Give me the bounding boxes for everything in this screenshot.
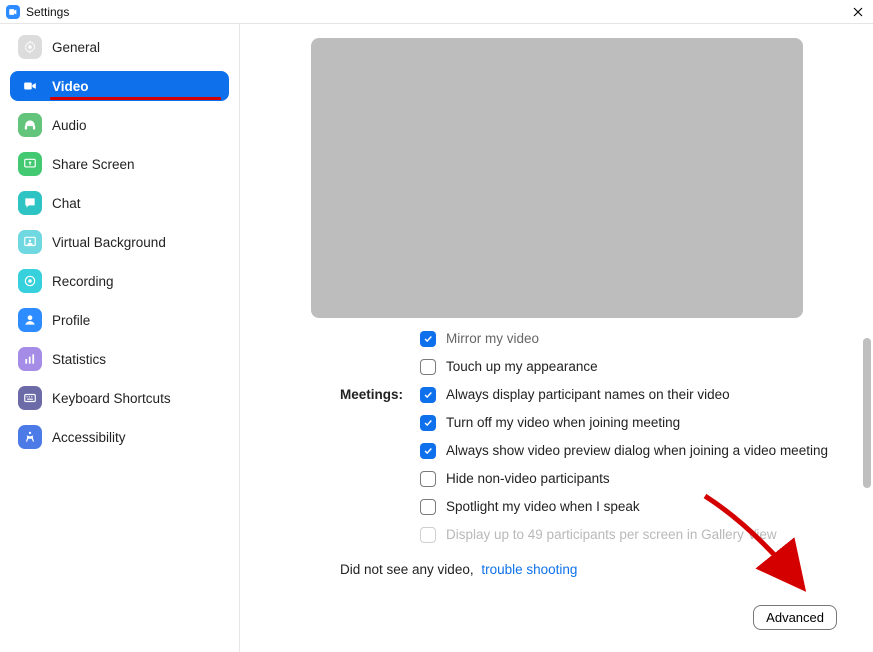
zoom-logo-icon	[6, 5, 20, 19]
sidebar-item-chat[interactable]: Chat	[10, 188, 229, 218]
checkbox-spotlight-when-speak[interactable]	[420, 499, 436, 515]
video-icon	[18, 74, 42, 98]
recording-icon	[18, 269, 42, 293]
option-label: Always display participant names on thei…	[446, 386, 730, 404]
sidebar-item-general[interactable]: General	[10, 32, 229, 62]
option-group-label-meetings: Meetings:	[340, 386, 420, 402]
settings-panel-video: Mirror my video Touch up my appearance M…	[240, 24, 873, 652]
sidebar-item-label: Recording	[52, 274, 114, 289]
sidebar-item-label: Video	[52, 79, 89, 94]
checkbox-mirror-my-video[interactable]	[420, 331, 436, 347]
video-preview	[311, 38, 803, 318]
sidebar: General Video Audio Share Screen	[0, 24, 240, 652]
sidebar-item-label: Virtual Background	[52, 235, 166, 250]
option-label: Turn off my video when joining meeting	[446, 414, 680, 432]
sidebar-item-label: Chat	[52, 196, 81, 211]
option-label: Hide non-video participants	[446, 470, 610, 488]
sidebar-item-label: Accessibility	[52, 430, 126, 445]
sidebar-item-label: Profile	[52, 313, 90, 328]
virtual-background-icon	[18, 230, 42, 254]
sidebar-item-label: Statistics	[52, 352, 106, 367]
trouble-shooting-link[interactable]: trouble shooting	[481, 562, 577, 577]
option-label: Always show video preview dialog when jo…	[446, 442, 828, 460]
checkbox-gallery-49	[420, 527, 436, 543]
profile-icon	[18, 308, 42, 332]
sidebar-item-label: Share Screen	[52, 157, 135, 172]
option-label: Spotlight my video when I speak	[446, 498, 640, 516]
sidebar-item-label: Keyboard Shortcuts	[52, 391, 171, 406]
sidebar-item-virtual-background[interactable]: Virtual Background	[10, 227, 229, 257]
checkbox-always-preview-on-join[interactable]	[420, 443, 436, 459]
sidebar-item-statistics[interactable]: Statistics	[10, 344, 229, 374]
option-label: Mirror my video	[446, 330, 539, 348]
sidebar-item-label: Audio	[52, 118, 87, 133]
option-label: Touch up my appearance	[446, 358, 598, 376]
option-label: Display up to 49 participants per screen…	[446, 526, 777, 544]
scrollbar[interactable]	[863, 338, 871, 488]
help-line: Did not see any video, trouble shooting	[240, 562, 873, 577]
title-bar: Settings	[0, 0, 873, 24]
sidebar-item-recording[interactable]: Recording	[10, 266, 229, 296]
sidebar-item-accessibility[interactable]: Accessibility	[10, 422, 229, 452]
help-text: Did not see any video,	[340, 562, 474, 577]
sidebar-item-profile[interactable]: Profile	[10, 305, 229, 335]
share-screen-icon	[18, 152, 42, 176]
sidebar-item-video[interactable]: Video	[10, 71, 229, 101]
headphones-icon	[18, 113, 42, 137]
checkbox-always-display-names[interactable]	[420, 387, 436, 403]
sidebar-item-audio[interactable]: Audio	[10, 110, 229, 140]
annotation-underline	[50, 97, 221, 100]
sidebar-item-label: General	[52, 40, 100, 55]
checkbox-hide-non-video[interactable]	[420, 471, 436, 487]
checkbox-touch-up-appearance[interactable]	[420, 359, 436, 375]
chat-icon	[18, 191, 42, 215]
checkbox-turn-off-video-on-join[interactable]	[420, 415, 436, 431]
option-group-label	[340, 330, 420, 331]
close-button[interactable]	[849, 3, 867, 21]
gear-icon	[18, 35, 42, 59]
advanced-button[interactable]: Advanced	[753, 605, 837, 630]
statistics-icon	[18, 347, 42, 371]
sidebar-item-keyboard-shortcuts[interactable]: Keyboard Shortcuts	[10, 383, 229, 413]
accessibility-icon	[18, 425, 42, 449]
window-title: Settings	[26, 5, 69, 19]
sidebar-item-share-screen[interactable]: Share Screen	[10, 149, 229, 179]
video-options: Mirror my video Touch up my appearance M…	[240, 330, 873, 544]
keyboard-icon	[18, 386, 42, 410]
